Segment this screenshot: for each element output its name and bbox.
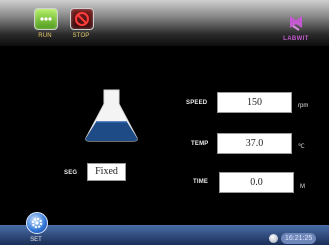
speed-label: SPEED xyxy=(186,100,208,106)
gear-icon xyxy=(26,212,48,234)
seg-label: SEG xyxy=(64,170,78,176)
speed-field[interactable]: 150 xyxy=(217,92,292,113)
time-unit: M xyxy=(300,184,305,190)
no-sign-icon xyxy=(70,8,94,30)
brand-text: LABWIT xyxy=(283,36,309,42)
temp-unit: ℃ xyxy=(298,144,305,150)
seg-field[interactable]: Fixed xyxy=(87,163,126,181)
speed-unit: rpm xyxy=(298,103,309,109)
flask-icon xyxy=(85,89,138,142)
clock-time: 16:21:25 xyxy=(281,233,317,244)
clock-icon xyxy=(269,234,278,243)
run-button[interactable]: RUN xyxy=(31,6,59,44)
temp-field[interactable]: 37.0 xyxy=(217,133,292,154)
top-toolbar: RUN STOP LABWIT xyxy=(0,0,329,46)
stop-label: STOP xyxy=(72,33,90,39)
time-field[interactable]: 0.0 xyxy=(219,172,294,193)
clock: 16:21:25 xyxy=(269,233,325,244)
stop-button[interactable]: STOP xyxy=(67,6,95,44)
play-dots-icon xyxy=(34,8,58,30)
set-label: SET xyxy=(30,237,42,243)
instrument-screen: RUN STOP LABWIT SPEED 150 rpm TEMP 37.0 xyxy=(0,0,329,245)
set-button[interactable]: SET xyxy=(22,212,50,245)
temp-label: TEMP xyxy=(191,141,209,147)
brand-logo-icon xyxy=(290,16,302,31)
run-label: RUN xyxy=(38,33,52,39)
time-label: TIME xyxy=(193,179,209,185)
brand-logo: LABWIT xyxy=(267,14,325,46)
